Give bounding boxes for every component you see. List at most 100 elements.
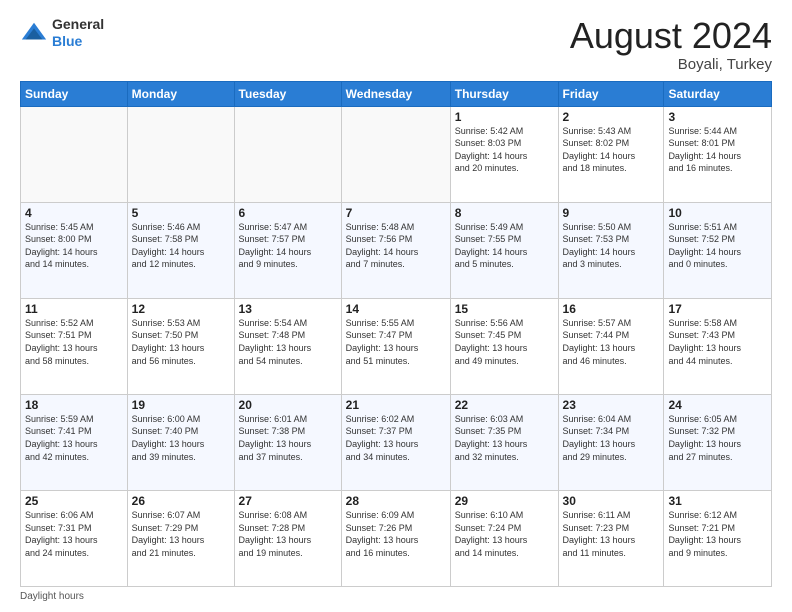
- day-info: Sunrise: 6:02 AM Sunset: 7:37 PM Dayligh…: [346, 413, 446, 463]
- logo-text: General Blue: [52, 16, 104, 50]
- day-number: 22: [455, 398, 554, 412]
- day-number: 15: [455, 302, 554, 316]
- day-info: Sunrise: 6:05 AM Sunset: 7:32 PM Dayligh…: [668, 413, 767, 463]
- calendar-cell: 26Sunrise: 6:07 AM Sunset: 7:29 PM Dayli…: [127, 490, 234, 586]
- logo-blue: Blue: [52, 33, 104, 50]
- calendar-cell: 10Sunrise: 5:51 AM Sunset: 7:52 PM Dayli…: [664, 202, 772, 298]
- day-number: 5: [132, 206, 230, 220]
- calendar-cell: 24Sunrise: 6:05 AM Sunset: 7:32 PM Dayli…: [664, 394, 772, 490]
- day-info: Sunrise: 5:56 AM Sunset: 7:45 PM Dayligh…: [455, 317, 554, 367]
- calendar-cell: 13Sunrise: 5:54 AM Sunset: 7:48 PM Dayli…: [234, 298, 341, 394]
- day-number: 16: [563, 302, 660, 316]
- day-number: 28: [346, 494, 446, 508]
- day-info: Sunrise: 5:44 AM Sunset: 8:01 PM Dayligh…: [668, 125, 767, 175]
- calendar-cell: 14Sunrise: 5:55 AM Sunset: 7:47 PM Dayli…: [341, 298, 450, 394]
- calendar-cell: 18Sunrise: 5:59 AM Sunset: 7:41 PM Dayli…: [21, 394, 128, 490]
- day-info: Sunrise: 5:43 AM Sunset: 8:02 PM Dayligh…: [563, 125, 660, 175]
- day-info: Sunrise: 5:53 AM Sunset: 7:50 PM Dayligh…: [132, 317, 230, 367]
- header: General Blue August 2024 Boyali, Turkey: [20, 16, 772, 73]
- calendar-cell: 29Sunrise: 6:10 AM Sunset: 7:24 PM Dayli…: [450, 490, 558, 586]
- calendar-cell: 12Sunrise: 5:53 AM Sunset: 7:50 PM Dayli…: [127, 298, 234, 394]
- day-info: Sunrise: 6:03 AM Sunset: 7:35 PM Dayligh…: [455, 413, 554, 463]
- calendar-week-2: 4Sunrise: 5:45 AM Sunset: 8:00 PM Daylig…: [21, 202, 772, 298]
- day-number: 1: [455, 110, 554, 124]
- page: General Blue August 2024 Boyali, Turkey …: [0, 0, 792, 612]
- logo: General Blue: [20, 16, 104, 50]
- day-info: Sunrise: 6:09 AM Sunset: 7:26 PM Dayligh…: [346, 509, 446, 559]
- calendar-cell: [234, 106, 341, 202]
- subtitle: Boyali, Turkey: [570, 56, 772, 73]
- day-header-monday: Monday: [127, 81, 234, 106]
- day-number: 21: [346, 398, 446, 412]
- day-number: 20: [239, 398, 337, 412]
- day-number: 25: [25, 494, 123, 508]
- day-info: Sunrise: 5:54 AM Sunset: 7:48 PM Dayligh…: [239, 317, 337, 367]
- calendar-cell: 17Sunrise: 5:58 AM Sunset: 7:43 PM Dayli…: [664, 298, 772, 394]
- calendar-cell: 23Sunrise: 6:04 AM Sunset: 7:34 PM Dayli…: [558, 394, 664, 490]
- day-number: 23: [563, 398, 660, 412]
- day-info: Sunrise: 5:47 AM Sunset: 7:57 PM Dayligh…: [239, 221, 337, 271]
- day-number: 30: [563, 494, 660, 508]
- calendar-cell: 2Sunrise: 5:43 AM Sunset: 8:02 PM Daylig…: [558, 106, 664, 202]
- day-info: Sunrise: 5:57 AM Sunset: 7:44 PM Dayligh…: [563, 317, 660, 367]
- logo-general: General: [52, 16, 104, 33]
- day-number: 31: [668, 494, 767, 508]
- day-info: Sunrise: 6:04 AM Sunset: 7:34 PM Dayligh…: [563, 413, 660, 463]
- day-header-friday: Friday: [558, 81, 664, 106]
- day-number: 9: [563, 206, 660, 220]
- day-header-sunday: Sunday: [21, 81, 128, 106]
- day-info: Sunrise: 5:46 AM Sunset: 7:58 PM Dayligh…: [132, 221, 230, 271]
- day-number: 4: [25, 206, 123, 220]
- calendar-cell: 19Sunrise: 6:00 AM Sunset: 7:40 PM Dayli…: [127, 394, 234, 490]
- day-info: Sunrise: 5:51 AM Sunset: 7:52 PM Dayligh…: [668, 221, 767, 271]
- calendar-cell: 8Sunrise: 5:49 AM Sunset: 7:55 PM Daylig…: [450, 202, 558, 298]
- day-info: Sunrise: 6:08 AM Sunset: 7:28 PM Dayligh…: [239, 509, 337, 559]
- day-number: 10: [668, 206, 767, 220]
- logo-icon: [20, 19, 48, 47]
- calendar-week-3: 11Sunrise: 5:52 AM Sunset: 7:51 PM Dayli…: [21, 298, 772, 394]
- day-info: Sunrise: 5:45 AM Sunset: 8:00 PM Dayligh…: [25, 221, 123, 271]
- day-number: 13: [239, 302, 337, 316]
- day-info: Sunrise: 6:07 AM Sunset: 7:29 PM Dayligh…: [132, 509, 230, 559]
- calendar-cell: 4Sunrise: 5:45 AM Sunset: 8:00 PM Daylig…: [21, 202, 128, 298]
- day-number: 3: [668, 110, 767, 124]
- calendar-cell: 25Sunrise: 6:06 AM Sunset: 7:31 PM Dayli…: [21, 490, 128, 586]
- calendar-cell: 28Sunrise: 6:09 AM Sunset: 7:26 PM Dayli…: [341, 490, 450, 586]
- main-title: August 2024: [570, 16, 772, 56]
- day-info: Sunrise: 5:42 AM Sunset: 8:03 PM Dayligh…: [455, 125, 554, 175]
- day-info: Sunrise: 6:01 AM Sunset: 7:38 PM Dayligh…: [239, 413, 337, 463]
- day-number: 24: [668, 398, 767, 412]
- day-header-tuesday: Tuesday: [234, 81, 341, 106]
- calendar-cell: 21Sunrise: 6:02 AM Sunset: 7:37 PM Dayli…: [341, 394, 450, 490]
- day-number: 12: [132, 302, 230, 316]
- day-header-wednesday: Wednesday: [341, 81, 450, 106]
- title-block: August 2024 Boyali, Turkey: [570, 16, 772, 73]
- calendar-header-row: SundayMondayTuesdayWednesdayThursdayFrid…: [21, 81, 772, 106]
- day-info: Sunrise: 6:11 AM Sunset: 7:23 PM Dayligh…: [563, 509, 660, 559]
- calendar-cell: 9Sunrise: 5:50 AM Sunset: 7:53 PM Daylig…: [558, 202, 664, 298]
- day-number: 14: [346, 302, 446, 316]
- calendar: SundayMondayTuesdayWednesdayThursdayFrid…: [20, 81, 772, 587]
- day-info: Sunrise: 5:50 AM Sunset: 7:53 PM Dayligh…: [563, 221, 660, 271]
- calendar-cell: 1Sunrise: 5:42 AM Sunset: 8:03 PM Daylig…: [450, 106, 558, 202]
- calendar-cell: 22Sunrise: 6:03 AM Sunset: 7:35 PM Dayli…: [450, 394, 558, 490]
- calendar-week-4: 18Sunrise: 5:59 AM Sunset: 7:41 PM Dayli…: [21, 394, 772, 490]
- day-info: Sunrise: 5:59 AM Sunset: 7:41 PM Dayligh…: [25, 413, 123, 463]
- calendar-week-5: 25Sunrise: 6:06 AM Sunset: 7:31 PM Dayli…: [21, 490, 772, 586]
- calendar-cell: 16Sunrise: 5:57 AM Sunset: 7:44 PM Dayli…: [558, 298, 664, 394]
- day-info: Sunrise: 5:52 AM Sunset: 7:51 PM Dayligh…: [25, 317, 123, 367]
- day-info: Sunrise: 6:10 AM Sunset: 7:24 PM Dayligh…: [455, 509, 554, 559]
- day-number: 8: [455, 206, 554, 220]
- calendar-cell: 31Sunrise: 6:12 AM Sunset: 7:21 PM Dayli…: [664, 490, 772, 586]
- day-info: Sunrise: 5:49 AM Sunset: 7:55 PM Dayligh…: [455, 221, 554, 271]
- calendar-cell: [21, 106, 128, 202]
- day-info: Sunrise: 6:06 AM Sunset: 7:31 PM Dayligh…: [25, 509, 123, 559]
- day-number: 7: [346, 206, 446, 220]
- day-header-saturday: Saturday: [664, 81, 772, 106]
- day-number: 11: [25, 302, 123, 316]
- calendar-cell: 11Sunrise: 5:52 AM Sunset: 7:51 PM Dayli…: [21, 298, 128, 394]
- calendar-cell: 27Sunrise: 6:08 AM Sunset: 7:28 PM Dayli…: [234, 490, 341, 586]
- calendar-cell: [127, 106, 234, 202]
- calendar-cell: 3Sunrise: 5:44 AM Sunset: 8:01 PM Daylig…: [664, 106, 772, 202]
- day-number: 17: [668, 302, 767, 316]
